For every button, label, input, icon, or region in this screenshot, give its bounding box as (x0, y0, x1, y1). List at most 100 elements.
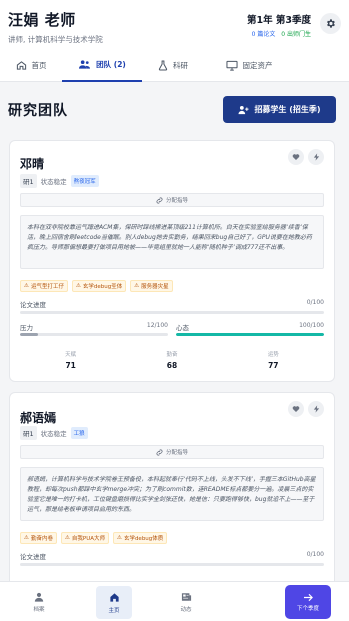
student-meta: 研1 状态稳定 工狼 (20, 426, 88, 440)
tab-home[interactable]: 首页 (0, 48, 62, 82)
recruit-label: 招募学生 (招生季) (254, 105, 321, 114)
pressure-fill (20, 333, 38, 336)
tab-research[interactable]: 科研 (142, 48, 204, 82)
student-meta: 研1 状态稳定 熬夜冠军 (20, 174, 99, 188)
pressure-bar (20, 333, 168, 336)
nav-profile-label: 档案 (33, 607, 45, 613)
paper-progress-bar (20, 311, 324, 314)
student-traits: ⚠ 运气型打工仔 ⚠ 玄学debug圣体 ⚠ 服务器灾星 (20, 280, 173, 292)
home-icon (16, 60, 26, 70)
flask-icon (158, 59, 168, 71)
tab-home-label: 首页 (31, 60, 47, 70)
settings-button[interactable] (320, 13, 341, 34)
student-card: 邓晴 研1 状态稳定 熬夜冠军 分配指导 本科在双非院校靠运气蹭进ACM集，保研… (9, 140, 335, 382)
newspaper-icon (181, 593, 191, 601)
student-name: 邓晴 (20, 157, 45, 171)
users-icon (79, 59, 91, 69)
nav-news-label: 动态 (180, 607, 192, 613)
boost-button[interactable] (308, 401, 324, 417)
papers-count: 0 篇论文 (251, 31, 276, 38)
student-name: 郝语嫣 (20, 411, 57, 425)
nav-home[interactable]: 主页 (96, 586, 132, 619)
trait-badge: ⚠ 勤奋内卷 (20, 532, 57, 544)
link-icon (156, 449, 163, 455)
stat-luck: 运势 77 (267, 352, 279, 370)
warning-icon: ⚠ (134, 283, 140, 289)
pressure-label: 压力 (20, 324, 33, 332)
pressure-value: 12/100 (146, 322, 168, 329)
main-tabs: 首页 团队 (2) 科研 固定资产 (0, 48, 349, 82)
student-grade: 研1 (20, 426, 37, 440)
term-info: 第1年 第3季度 0 篇论文 0 出师门生 (247, 12, 311, 38)
gear-icon (327, 19, 335, 28)
favorite-button[interactable] (288, 149, 304, 165)
assign-mentor-button[interactable]: 分配指导 (20, 445, 324, 459)
tab-assets-label: 固定资产 (242, 60, 273, 70)
term-title: 第1年 第3季度 (246, 15, 311, 26)
stat-diligence: 勤奋 68 (166, 352, 178, 370)
heart-icon (292, 406, 300, 412)
student-bio: 郝语嫣，计算机科学与技术学院卷王预备役，本科起就奉行‘代码不上线，头发不下线’，… (20, 467, 324, 521)
assign-mentor-button[interactable]: 分配指导 (20, 193, 324, 207)
student-state: 状态稳定 (40, 178, 67, 186)
warning-icon: ⚠ (64, 535, 70, 541)
nav-news[interactable]: 动态 (166, 586, 206, 619)
term-stats: 0 篇论文 0 出师门生 (247, 29, 311, 38)
assign-label: 分配指导 (165, 450, 188, 456)
lightning-icon (313, 153, 319, 161)
favorite-button[interactable] (288, 401, 304, 417)
arrow-right-icon (303, 593, 313, 601)
mood-value: 100/100 (299, 322, 324, 329)
mood-bar (176, 333, 324, 336)
tab-research-label: 科研 (173, 60, 188, 70)
paper-progress-value: 0/100 (306, 299, 324, 306)
mood-label: 心态 (176, 324, 189, 332)
paper-progress-bar (20, 563, 324, 566)
trait-badge: ⚠ 运气型打工仔 (20, 280, 68, 292)
student-state: 状态稳定 (40, 430, 67, 438)
card-actions (288, 401, 324, 417)
user-icon (34, 592, 44, 602)
paper-progress-value: 0/100 (306, 551, 324, 558)
student-traits: ⚠ 勤奋内卷 ⚠ 自我PUA大师 ⚠ 玄学debug体质 (20, 532, 168, 544)
tab-team-label: 团队 (2) (96, 59, 126, 69)
next-quarter-button[interactable]: 下个季度 (285, 585, 331, 619)
bottom-nav: 档案 主页 动态 下个季度 (0, 581, 349, 621)
stat-talent: 天赋 71 (65, 352, 77, 370)
assign-label: 分配指导 (165, 198, 188, 204)
monitor-icon (225, 60, 238, 71)
tab-team[interactable]: 团队 (2) (62, 48, 142, 82)
heart-icon (292, 154, 300, 160)
paper-progress-label: 论文进度 (20, 301, 46, 309)
warning-icon: ⚠ (24, 283, 29, 289)
paper-progress-label: 论文进度 (20, 553, 46, 561)
student-grade: 研1 (20, 174, 37, 188)
team-section-header: 研究团队 招募学生 (招生季) (0, 83, 349, 138)
graduates-count: 0 出师门生 (281, 31, 311, 38)
mood-fill (176, 333, 324, 336)
warning-icon: ⚠ (117, 535, 122, 541)
trait-badge: ⚠ 自我PUA大师 (60, 532, 109, 544)
section-title: 研究团队 (8, 103, 68, 119)
student-tag: 工狼 (70, 427, 88, 439)
nav-profile[interactable]: 档案 (19, 586, 59, 619)
home-icon (109, 592, 119, 602)
next-quarter-label: 下个季度 (296, 605, 319, 612)
student-stats: 天赋 71 勤奋 68 运势 77 (20, 350, 324, 370)
boost-button[interactable] (308, 149, 324, 165)
tab-assets[interactable]: 固定资产 (204, 48, 294, 82)
card-actions (288, 149, 324, 165)
nav-home-label: 主页 (108, 607, 120, 614)
trait-badge: ⚠ 玄学debug体质 (113, 532, 168, 544)
trait-badge: ⚠ 服务器灾星 (130, 280, 173, 292)
recruit-student-button[interactable]: 招募学生 (招生季) (223, 96, 336, 123)
add-user-icon (238, 105, 249, 114)
link-icon (156, 197, 163, 203)
lightning-icon (313, 405, 319, 413)
app-header: 汪娟 老师 讲师, 计算机科学与技术学院 第1年 第3季度 0 篇论文 0 出师… (0, 0, 349, 48)
student-bio: 本科在双非院校靠运气蹭进ACM集，保研时踩线擦进某顶级211计算机所。白天在实验… (20, 215, 324, 269)
trait-badge: ⚠ 玄学debug圣体 (71, 280, 127, 292)
student-tag: 熬夜冠军 (70, 175, 99, 187)
warning-icon: ⚠ (75, 283, 81, 289)
warning-icon: ⚠ (24, 535, 29, 541)
